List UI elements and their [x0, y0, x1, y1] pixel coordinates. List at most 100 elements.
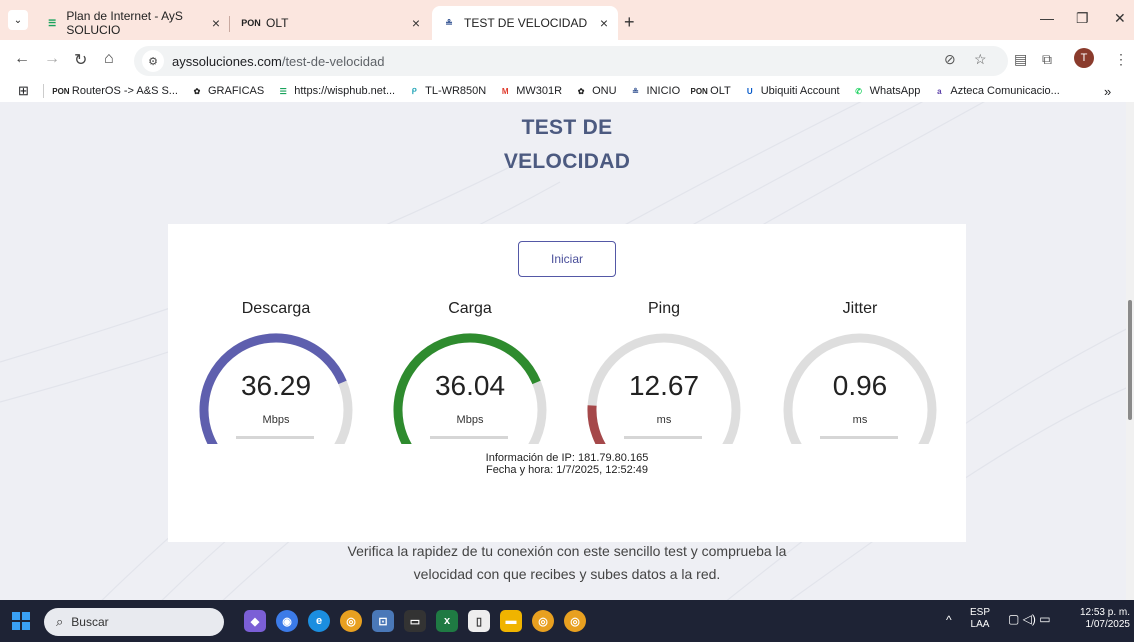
close-tab-icon[interactable]: × [212, 15, 220, 31]
tab-strip: ⌄ ☰ Plan de Internet - AyS SOLUCIO × PON… [0, 0, 1134, 40]
gauge-descarga: Descarga 36.29 Mbps [196, 300, 356, 450]
bookmark-label: OLT [710, 85, 731, 97]
apps-icon[interactable]: ⊞ [18, 83, 29, 99]
new-tab-button[interactable]: + [624, 12, 635, 33]
widgets-icon[interactable]: ◆ [244, 610, 266, 632]
tab-search-button[interactable]: ⌄ [8, 10, 28, 30]
taskbar-search[interactable]: ⌕ Buscar [44, 608, 224, 636]
file-explorer-remote-icon[interactable]: ⊡ [372, 610, 394, 632]
gauge-label: Descarga [241, 300, 311, 317]
terminal-icon[interactable]: ▭ [404, 610, 426, 632]
url-host: ayssoluciones.com [172, 53, 282, 69]
scrollbar-thumb[interactable] [1128, 300, 1132, 420]
gauge-value: 36.29 [240, 370, 312, 401]
windows-start-icon[interactable] [12, 612, 30, 630]
minimize-icon[interactable]: — [1040, 10, 1054, 26]
home-icon[interactable]: ⌂ [104, 50, 114, 68]
folder-icon[interactable]: ▬ [500, 610, 522, 632]
tagline-line-2: velocidad con que recibes y subes datos … [413, 566, 721, 582]
close-tab-icon[interactable]: × [412, 15, 420, 31]
bookmark-item[interactable]: ᑭ TL-WR850N [407, 84, 487, 98]
search-icon: ⌕ [56, 614, 64, 629]
bookmarks-bar: ⊞ PON RouterOS -> A&S S... ✿ GRAFICAS ☰ https… [0, 80, 1134, 102]
pon-icon: PON [690, 86, 708, 96]
chrome-icon[interactable]: ◎ [340, 610, 362, 632]
wisphub-icon: ☰ [48, 17, 57, 28]
clock-date: 1/07/2025 [1085, 619, 1131, 630]
gauge-value: 12.67 [628, 370, 700, 401]
bookmarks-divider [42, 84, 44, 98]
network-volume-battery-icons[interactable]: ▢ ◁) ▭ [1008, 613, 1051, 625]
speedtest-card: Iniciar Descarga 36.29 Mbps Carga 36.04 … [168, 224, 966, 542]
copilot-icon[interactable]: ◉ [276, 610, 298, 632]
gauge-progress-bar [624, 436, 702, 439]
ip-info: Información de IP: 181.79.80.165 [485, 452, 649, 464]
excel-icon[interactable]: x [436, 610, 458, 632]
speedtest-icon: ≗ [632, 86, 639, 96]
forward-icon[interactable]: → [44, 50, 60, 68]
bookmark-label: TL-WR850N [425, 85, 487, 97]
bookmark-item[interactable]: ✿ GRAFICAS [190, 84, 265, 98]
document-icon[interactable]: ▯ [468, 610, 490, 632]
menu-icon[interactable]: ⋮ [1114, 51, 1128, 68]
pon-icon: PON [241, 18, 261, 28]
clock[interactable]: 12:53 p. m. 1/07/2025 [1070, 607, 1130, 631]
profile-avatar[interactable]: T [1074, 48, 1094, 68]
tab-wisphub[interactable]: ☰ Plan de Internet - AyS SOLUCIO × [36, 6, 230, 40]
bookmark-item[interactable]: ✆ WhatsApp [852, 84, 920, 98]
gauge-value: 36.04 [434, 370, 506, 401]
reload-icon[interactable]: ↻ [74, 50, 87, 70]
tab-separator [229, 16, 230, 32]
chrome-profile-2-icon[interactable]: ◎ [564, 610, 586, 632]
tab-title: OLT [266, 16, 289, 30]
page-scrollbar[interactable] [1126, 102, 1134, 600]
page-content: TEST DE VELOCIDAD Iniciar Descarga 36.29… [0, 102, 1134, 600]
gauge-jitter: Jitter 0.96 ms [780, 300, 940, 450]
bookmark-label: Azteca Comunicacio... [950, 85, 1060, 97]
tab-title: Plan de Internet - AyS SOLUCIO [66, 9, 183, 37]
url-path: /test-de-velocidad [281, 53, 385, 69]
bookmark-item[interactable]: ✿ ONU [574, 84, 617, 98]
reading-mode-icon[interactable]: ▤ [1014, 51, 1027, 68]
more-bookmarks-icon[interactable]: » [1104, 84, 1111, 99]
bookmark-item[interactable]: ☰ https://wisphub.net... [276, 84, 395, 98]
bookmark-label: MW301R [516, 85, 563, 97]
bookmark-item[interactable]: a Azteca Comunicacio... [932, 84, 1060, 98]
gauge-ping: Ping 12.67 ms [584, 300, 744, 450]
bookmark-label: GRAFICAS [207, 85, 265, 97]
gauge-unit: Mbps [262, 414, 290, 426]
restore-icon[interactable]: ❐ [1076, 10, 1089, 27]
url-text[interactable]: ayssoluciones.com/test-de-velocidad [172, 54, 384, 69]
bookmark-item[interactable]: ≗ INICIO [629, 84, 680, 98]
address-bar[interactable]: ⚙ ayssoluciones.com/test-de-velocidad [134, 46, 1008, 76]
site-info-icon[interactable]: ⚙ [142, 50, 164, 72]
bookmark-label: RouterOS -> A&S S... [71, 85, 178, 97]
tab-speedtest[interactable]: ≗ TEST DE VELOCIDAD × [432, 6, 618, 40]
bookmark-item[interactable]: PON OLT [690, 84, 731, 98]
tracking-protection-icon[interactable]: ⊘ [944, 51, 956, 68]
tray-overflow-icon[interactable]: ^ [946, 614, 952, 626]
language-indicator[interactable]: ESP LAA [970, 607, 990, 631]
page-title-line-2: VELOCIDAD [503, 150, 631, 173]
gauge-carga: Carga 36.04 Mbps [390, 300, 550, 450]
start-test-button[interactable]: Iniciar [518, 241, 616, 277]
extensions-icon[interactable]: ⧉ [1042, 51, 1052, 68]
close-tab-icon[interactable]: × [600, 15, 608, 31]
chrome-profile-icon[interactable]: ◎ [532, 610, 554, 632]
bookmark-label: https://wisphub.net... [294, 85, 396, 97]
back-icon[interactable]: ← [14, 50, 30, 68]
tagline-line-1: Verifica la rapidez de tu conexión con e… [347, 543, 787, 559]
tab-olt[interactable]: PON OLT × [234, 6, 430, 40]
bookmark-star-icon[interactable]: ☆ [974, 51, 987, 68]
bookmark-item[interactable]: U Ubiquiti Account [743, 84, 840, 98]
gauge-unit: ms [656, 414, 672, 426]
search-placeholder: Buscar [71, 615, 109, 629]
browser-toolbar: ← → ↻ ⌂ ⚙ ayssoluciones.com/test-de-velo… [0, 40, 1134, 80]
bookmark-item[interactable]: PON RouterOS -> A&S S... [52, 84, 178, 98]
azteca-icon: a [937, 86, 942, 96]
gauge-unit: Mbps [456, 414, 484, 426]
close-window-icon[interactable]: ✕ [1114, 10, 1126, 27]
edge-icon[interactable]: e [308, 610, 330, 632]
tplink-icon: ᑭ [411, 86, 417, 96]
bookmark-item[interactable]: M MW301R [498, 84, 562, 98]
